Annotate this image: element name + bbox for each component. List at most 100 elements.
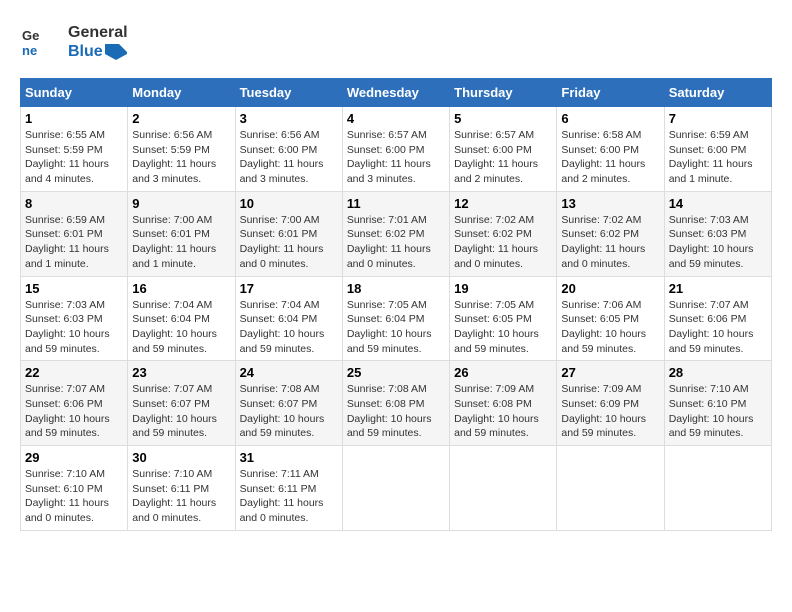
day-info: Sunrise: 6:57 AM Sunset: 6:00 PM Dayligh… [347, 128, 445, 187]
col-header-monday: Monday [128, 79, 235, 107]
day-info: Sunrise: 7:01 AM Sunset: 6:02 PM Dayligh… [347, 213, 445, 272]
calendar-cell: 9 Sunrise: 7:00 AM Sunset: 6:01 PM Dayli… [128, 191, 235, 276]
day-number: 30 [132, 450, 230, 465]
col-header-thursday: Thursday [450, 79, 557, 107]
day-number: 15 [25, 281, 123, 296]
day-info: Sunrise: 6:59 AM Sunset: 6:00 PM Dayligh… [669, 128, 767, 187]
calendar-cell [557, 446, 664, 531]
calendar-table: SundayMondayTuesdayWednesdayThursdayFrid… [20, 78, 772, 531]
day-number: 4 [347, 111, 445, 126]
generalbue-logo: Ge ne General Blue [20, 20, 128, 64]
day-number: 22 [25, 365, 123, 380]
calendar-cell: 27 Sunrise: 7:09 AM Sunset: 6:09 PM Dayl… [557, 361, 664, 446]
logo-line2: Blue [68, 42, 128, 61]
day-number: 20 [561, 281, 659, 296]
calendar-cell [450, 446, 557, 531]
calendar-cell: 12 Sunrise: 7:02 AM Sunset: 6:02 PM Dayl… [450, 191, 557, 276]
day-info: Sunrise: 7:04 AM Sunset: 6:04 PM Dayligh… [240, 298, 338, 357]
calendar-cell [664, 446, 771, 531]
day-number: 27 [561, 365, 659, 380]
day-info: Sunrise: 7:03 AM Sunset: 6:03 PM Dayligh… [669, 213, 767, 272]
day-number: 6 [561, 111, 659, 126]
week-row-4: 22 Sunrise: 7:07 AM Sunset: 6:06 PM Dayl… [21, 361, 772, 446]
day-info: Sunrise: 7:07 AM Sunset: 6:06 PM Dayligh… [669, 298, 767, 357]
calendar-cell: 20 Sunrise: 7:06 AM Sunset: 6:05 PM Dayl… [557, 276, 664, 361]
week-row-5: 29 Sunrise: 7:10 AM Sunset: 6:10 PM Dayl… [21, 446, 772, 531]
calendar-cell: 19 Sunrise: 7:05 AM Sunset: 6:05 PM Dayl… [450, 276, 557, 361]
day-number: 3 [240, 111, 338, 126]
calendar-cell: 26 Sunrise: 7:09 AM Sunset: 6:08 PM Dayl… [450, 361, 557, 446]
calendar-cell: 14 Sunrise: 7:03 AM Sunset: 6:03 PM Dayl… [664, 191, 771, 276]
week-row-2: 8 Sunrise: 6:59 AM Sunset: 6:01 PM Dayli… [21, 191, 772, 276]
day-number: 23 [132, 365, 230, 380]
day-info: Sunrise: 7:02 AM Sunset: 6:02 PM Dayligh… [454, 213, 552, 272]
calendar-cell: 11 Sunrise: 7:01 AM Sunset: 6:02 PM Dayl… [342, 191, 449, 276]
svg-text:Ge: Ge [22, 28, 39, 43]
day-number: 10 [240, 196, 338, 211]
calendar-cell: 16 Sunrise: 7:04 AM Sunset: 6:04 PM Dayl… [128, 276, 235, 361]
day-number: 1 [25, 111, 123, 126]
day-info: Sunrise: 7:04 AM Sunset: 6:04 PM Dayligh… [132, 298, 230, 357]
day-info: Sunrise: 6:56 AM Sunset: 5:59 PM Dayligh… [132, 128, 230, 187]
page-header: Ge ne General Blue [20, 20, 772, 64]
day-info: Sunrise: 7:00 AM Sunset: 6:01 PM Dayligh… [240, 213, 338, 272]
day-info: Sunrise: 7:08 AM Sunset: 6:08 PM Dayligh… [347, 382, 445, 441]
calendar-cell [342, 446, 449, 531]
day-number: 28 [669, 365, 767, 380]
calendar-cell: 4 Sunrise: 6:57 AM Sunset: 6:00 PM Dayli… [342, 107, 449, 192]
day-info: Sunrise: 7:08 AM Sunset: 6:07 PM Dayligh… [240, 382, 338, 441]
logo-line1: General [68, 23, 128, 42]
calendar-cell: 28 Sunrise: 7:10 AM Sunset: 6:10 PM Dayl… [664, 361, 771, 446]
col-header-wednesday: Wednesday [342, 79, 449, 107]
calendar-cell: 29 Sunrise: 7:10 AM Sunset: 6:10 PM Dayl… [21, 446, 128, 531]
day-number: 12 [454, 196, 552, 211]
week-row-1: 1 Sunrise: 6:55 AM Sunset: 5:59 PM Dayli… [21, 107, 772, 192]
day-info: Sunrise: 6:55 AM Sunset: 5:59 PM Dayligh… [25, 128, 123, 187]
day-info: Sunrise: 7:03 AM Sunset: 6:03 PM Dayligh… [25, 298, 123, 357]
day-info: Sunrise: 7:09 AM Sunset: 6:09 PM Dayligh… [561, 382, 659, 441]
day-number: 9 [132, 196, 230, 211]
calendar-cell: 24 Sunrise: 7:08 AM Sunset: 6:07 PM Dayl… [235, 361, 342, 446]
logo-flag-icon [105, 44, 127, 60]
calendar-cell: 30 Sunrise: 7:10 AM Sunset: 6:11 PM Dayl… [128, 446, 235, 531]
day-number: 5 [454, 111, 552, 126]
day-info: Sunrise: 6:57 AM Sunset: 6:00 PM Dayligh… [454, 128, 552, 187]
day-info: Sunrise: 6:58 AM Sunset: 6:00 PM Dayligh… [561, 128, 659, 187]
calendar-cell: 31 Sunrise: 7:11 AM Sunset: 6:11 PM Dayl… [235, 446, 342, 531]
day-info: Sunrise: 6:59 AM Sunset: 6:01 PM Dayligh… [25, 213, 123, 272]
calendar-cell: 21 Sunrise: 7:07 AM Sunset: 6:06 PM Dayl… [664, 276, 771, 361]
day-info: Sunrise: 7:07 AM Sunset: 6:07 PM Dayligh… [132, 382, 230, 441]
calendar-cell: 22 Sunrise: 7:07 AM Sunset: 6:06 PM Dayl… [21, 361, 128, 446]
day-number: 2 [132, 111, 230, 126]
day-info: Sunrise: 7:05 AM Sunset: 6:05 PM Dayligh… [454, 298, 552, 357]
calendar-cell: 18 Sunrise: 7:05 AM Sunset: 6:04 PM Dayl… [342, 276, 449, 361]
calendar-cell: 10 Sunrise: 7:00 AM Sunset: 6:01 PM Dayl… [235, 191, 342, 276]
day-info: Sunrise: 7:10 AM Sunset: 6:11 PM Dayligh… [132, 467, 230, 526]
day-number: 16 [132, 281, 230, 296]
calendar-cell: 17 Sunrise: 7:04 AM Sunset: 6:04 PM Dayl… [235, 276, 342, 361]
day-info: Sunrise: 7:00 AM Sunset: 6:01 PM Dayligh… [132, 213, 230, 272]
logo-svg: Ge ne [20, 20, 64, 64]
logo: Ge ne General Blue [20, 20, 128, 64]
day-number: 7 [669, 111, 767, 126]
day-info: Sunrise: 7:05 AM Sunset: 6:04 PM Dayligh… [347, 298, 445, 357]
day-number: 31 [240, 450, 338, 465]
calendar-cell: 25 Sunrise: 7:08 AM Sunset: 6:08 PM Dayl… [342, 361, 449, 446]
day-number: 14 [669, 196, 767, 211]
calendar-cell: 8 Sunrise: 6:59 AM Sunset: 6:01 PM Dayli… [21, 191, 128, 276]
day-number: 8 [25, 196, 123, 211]
day-info: Sunrise: 7:07 AM Sunset: 6:06 PM Dayligh… [25, 382, 123, 441]
day-info: Sunrise: 7:06 AM Sunset: 6:05 PM Dayligh… [561, 298, 659, 357]
day-number: 24 [240, 365, 338, 380]
col-header-tuesday: Tuesday [235, 79, 342, 107]
day-number: 17 [240, 281, 338, 296]
calendar-cell: 1 Sunrise: 6:55 AM Sunset: 5:59 PM Dayli… [21, 107, 128, 192]
calendar-cell: 15 Sunrise: 7:03 AM Sunset: 6:03 PM Dayl… [21, 276, 128, 361]
col-header-saturday: Saturday [664, 79, 771, 107]
day-info: Sunrise: 7:02 AM Sunset: 6:02 PM Dayligh… [561, 213, 659, 272]
col-header-friday: Friday [557, 79, 664, 107]
day-number: 21 [669, 281, 767, 296]
calendar-cell: 2 Sunrise: 6:56 AM Sunset: 5:59 PM Dayli… [128, 107, 235, 192]
day-number: 18 [347, 281, 445, 296]
day-number: 25 [347, 365, 445, 380]
